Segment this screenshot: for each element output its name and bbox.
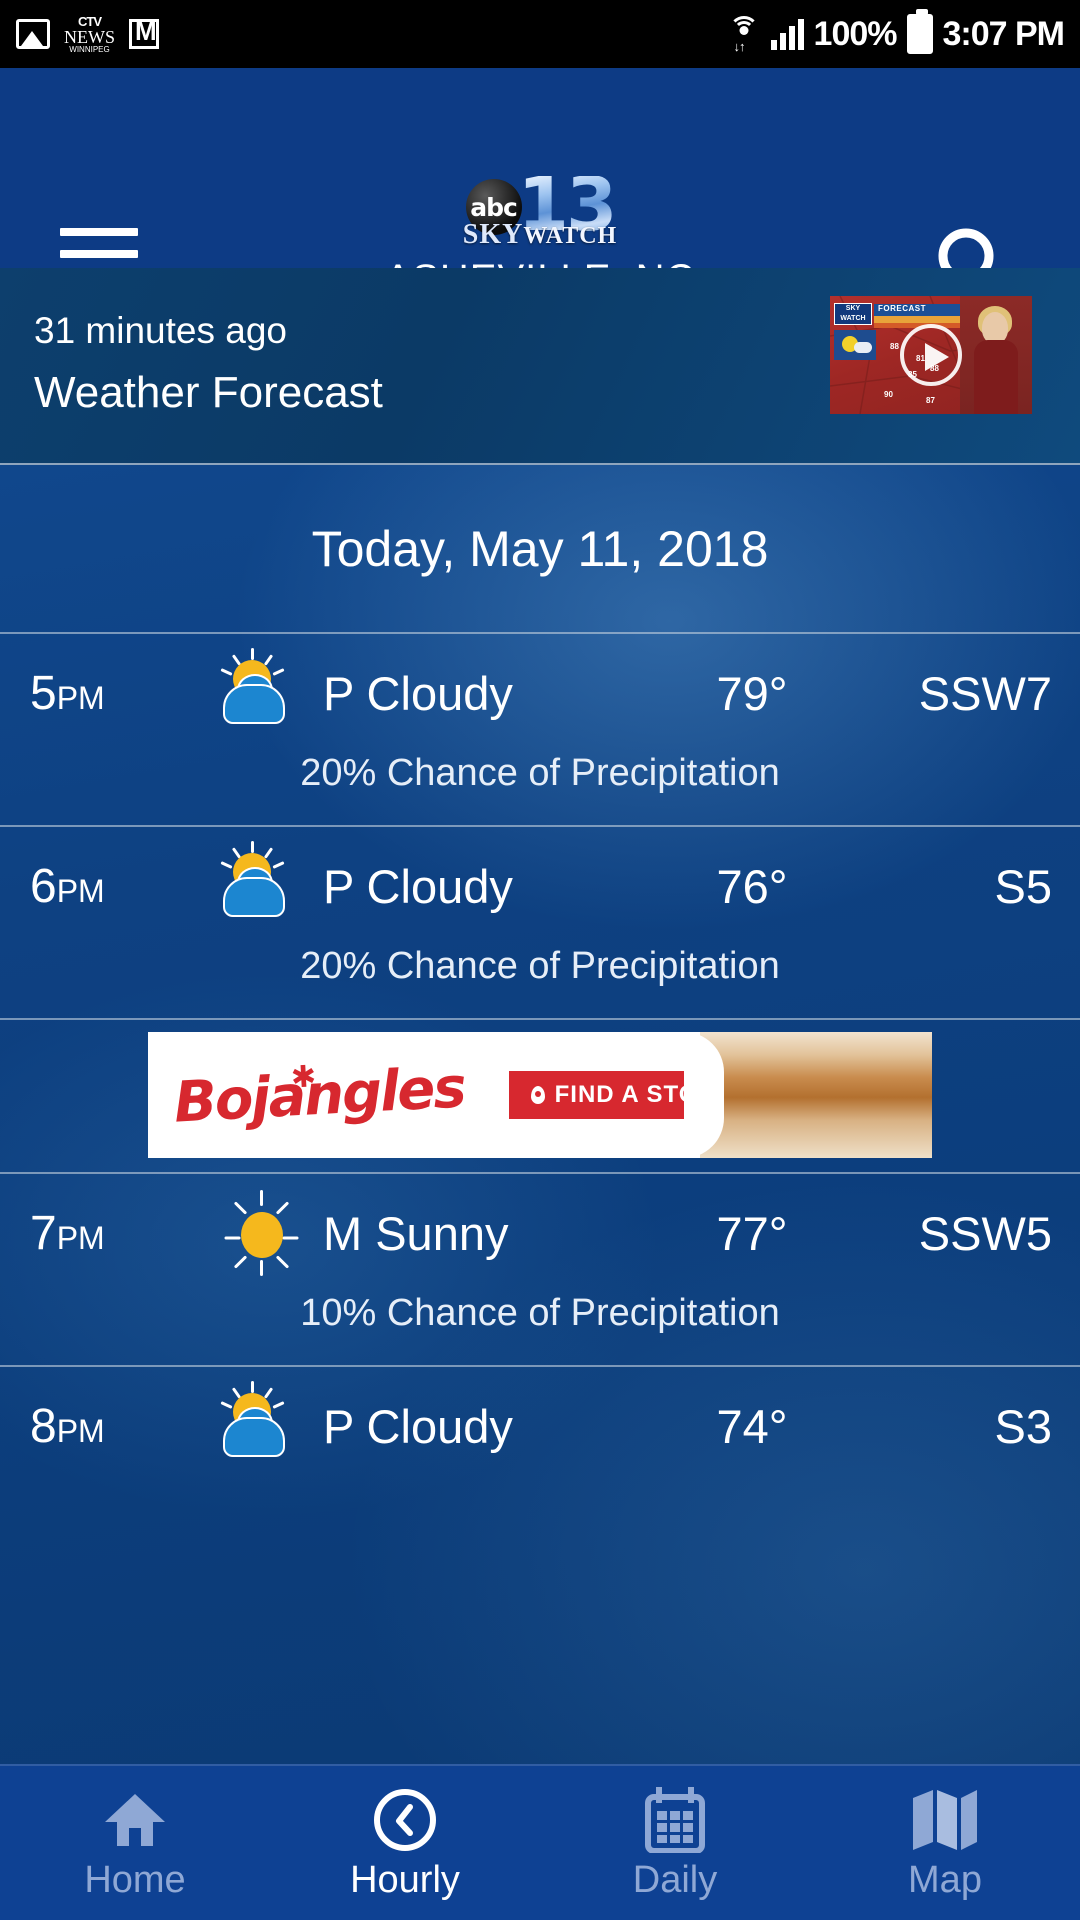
hour-condition-icon-slot [205,1381,317,1469]
partly-cloudy-icon [215,648,307,736]
thumbnail-skywatch-badge: SKY WATCH [834,303,872,325]
hourly-row[interactable]: 7PM M Sunny 77° SSW5 10% Chance of Preci… [0,1174,1080,1365]
hour-time-value: 7 [30,1206,57,1260]
nav-item-hourly[interactable]: Hourly [270,1785,540,1902]
hour-condition: M Sunny [323,1206,509,1260]
video-title: Weather Forecast [34,368,383,417]
date-header-label: Today, May 11, 2018 [311,520,769,577]
hour-time-ampm: PM [56,679,105,716]
hour-temperature: 77° [716,1206,788,1260]
date-header: Today, May 11, 2018 [0,465,1080,632]
nav-label-daily: Daily [632,1858,718,1901]
thumbnail-meteorologist [960,296,1032,414]
location-pin-icon [530,1086,545,1104]
hourly-row[interactable]: 8PM P Cloudy 74° S3 [0,1367,1080,1485]
hour-precipitation: 10% Chance of Precipitation [300,1292,780,1334]
ctv-line-2: NEWS [64,26,115,47]
clock-icon [372,1785,438,1855]
hourly-row[interactable]: 5PM P Cloudy 79° SSW7 20% Chance of Prec… [0,634,1080,825]
hour-time: 6PM [30,859,205,914]
hour-condition: P Cloudy [323,1399,513,1453]
hourly-forecast-list[interactable]: Today, May 11, 2018 5PM P Cloudy 79° SSW… [0,465,1080,1764]
partly-cloudy-icon [215,1381,307,1469]
skywatch-watch-text: WATCH [523,223,618,250]
nav-label-home: Home [84,1858,186,1901]
hour-time-ampm: PM [56,872,105,909]
sunny-icon [215,1190,307,1276]
gmail-icon [129,16,159,49]
advertisement-slot: ✱ Bojangles FIND A STORE [0,1020,1080,1172]
weather-app-screen: CTV NEWS WINNIPEG ↓↑ 100% 3:07 PM a [0,0,1080,1920]
hour-wind: S3 [994,1399,1053,1453]
battery-icon [906,9,933,54]
skywatch-sky-text: SKY [462,219,524,251]
hour-time: 8PM [30,1399,205,1454]
hour-temperature: 79° [716,666,788,720]
hour-condition-icon-slot [205,1190,317,1276]
hour-time: 7PM [30,1206,205,1261]
cell-signal-icon [770,18,804,50]
hour-time-value: 6 [30,859,57,913]
hour-time: 5PM [30,666,205,721]
wifi-icon: ↓↑ [727,16,761,54]
nav-label-hourly: Hourly [350,1858,460,1901]
map-icon [911,1785,979,1855]
hour-wind: SSW7 [918,666,1052,720]
ad-food-image [684,1032,932,1158]
nav-item-home[interactable]: Home [0,1785,270,1902]
hour-condition-icon-slot [205,841,317,929]
hour-time-value: 5 [30,666,57,720]
hour-time-ampm: PM [56,1219,105,1256]
hour-temperature: 74° [716,1399,788,1453]
hour-temperature: 76° [716,859,788,913]
clock-label: 3:07 PM [942,14,1065,53]
hour-condition: P Cloudy [323,859,513,913]
hourly-row[interactable]: 6PM P Cloudy 76° S5 20% Chance of Precip… [0,827,1080,1018]
ctv-news-winnipeg-icon: CTV NEWS WINNIPEG [64,15,115,54]
bottom-navigation-bar: Home Hourly Daily Map [0,1764,1080,1920]
hour-time-ampm: PM [56,1412,105,1449]
play-button-icon[interactable] [900,324,962,386]
thumbnail-condition-icon [834,330,876,360]
hour-wind: S5 [994,859,1053,913]
calendar-icon [644,1785,706,1855]
status-bar: CTV NEWS WINNIPEG ↓↑ 100% 3:07 PM [0,0,1080,68]
status-bar-left-icons: CTV NEWS WINNIPEG [16,15,159,54]
hour-precipitation: 20% Chance of Precipitation [300,752,780,794]
home-icon [103,1785,167,1855]
skywatch-wordmark: SKYWATCH [0,219,1080,251]
status-bar-right-icons: ↓↑ 100% 3:07 PM [727,9,1065,54]
hour-condition-icon-slot [205,648,317,736]
ctv-line-3: WINNIPEG [69,44,110,54]
hour-wind: SSW5 [918,1206,1052,1260]
nav-item-daily[interactable]: Daily [540,1785,810,1902]
video-card[interactable]: 31 minutes ago Weather Forecast SKY WATC… [0,268,1080,465]
hour-time-value: 8 [30,1399,57,1453]
ad-brand-logo: ✱ Bojangles [172,1055,466,1135]
battery-percent-label: 100% [813,14,898,53]
video-thumbnail[interactable]: SKY WATCH FORECAST 88 81 85 88 90 87 91 [830,296,1032,414]
hour-condition: P Cloudy [323,666,513,720]
star-icon: ✱ [290,1058,316,1095]
partly-cloudy-icon [215,841,307,929]
hour-precipitation: 20% Chance of Precipitation [300,945,780,987]
thumbnail-forecast-label: FORECAST [878,304,926,313]
nav-label-map: Map [908,1858,982,1901]
video-timestamp: 31 minutes ago [34,310,288,351]
ad-brand-name: Bojangles [172,1054,467,1136]
app-header: abc 13 SKYWATCH ASHEVILLE, NC [0,68,1080,305]
ctv-line-1: CTV [78,13,102,29]
photo-icon [16,19,50,49]
bojangles-ad-banner[interactable]: ✱ Bojangles FIND A STORE [148,1032,932,1158]
nav-item-map[interactable]: Map [810,1785,1080,1902]
